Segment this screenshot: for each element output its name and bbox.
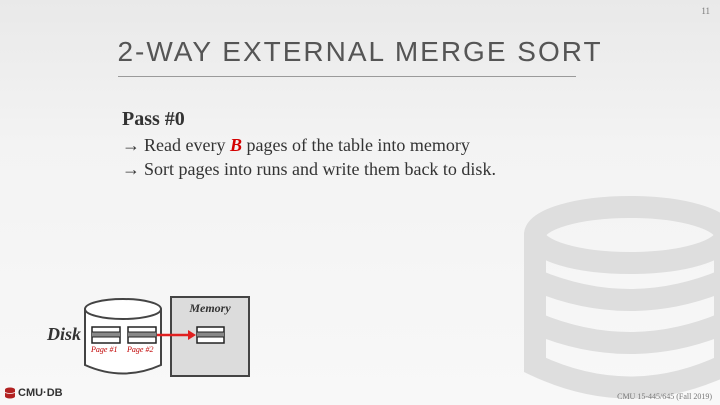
slide: 11 2-WAY EXTERNAL MERGE SORT Pass #0 → Re… <box>0 0 720 405</box>
disk-page-1 <box>91 326 121 344</box>
memory-page <box>196 326 225 344</box>
course-footer: CMU 15-445/645 (Fall 2019) <box>617 392 712 401</box>
database-logo-icon <box>4 387 16 399</box>
page-label-1: Page #1 <box>91 345 118 354</box>
cmu-db-logo: CMU·DB <box>4 387 63 399</box>
logo-text: CMU·DB <box>18 387 63 399</box>
read-arrow-icon <box>157 330 196 340</box>
disk-page-2 <box>127 326 157 344</box>
page-label-2: Page #2 <box>127 345 154 354</box>
